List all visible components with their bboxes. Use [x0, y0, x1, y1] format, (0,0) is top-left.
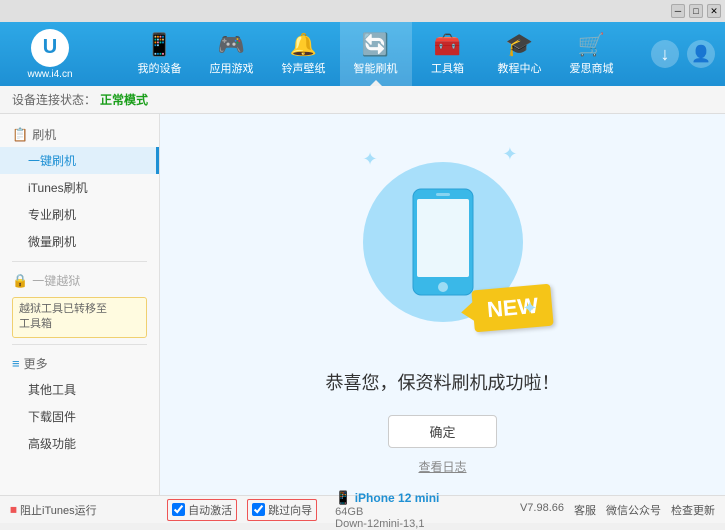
nav-my-device[interactable]: 📱 我的设备 — [124, 22, 196, 86]
toolbox-icon: 🧰 — [434, 32, 461, 58]
my-device-label: 我的设备 — [138, 60, 182, 76]
tutorials-label: 教程中心 — [498, 60, 542, 76]
user-button[interactable]: 👤 — [687, 40, 715, 68]
secondary-link[interactable]: 查看日志 — [418, 458, 466, 475]
wechat-link[interactable]: 微信公众号 — [606, 502, 661, 518]
itunes-stop-button[interactable]: ⏹ 阻止iTunes运行 — [10, 501, 97, 518]
skip-guide-checkbox[interactable] — [252, 503, 265, 516]
sidebar-item-one-key-flash[interactable]: 一键刷机 — [0, 147, 159, 174]
my-device-icon: 📱 — [146, 32, 173, 58]
apps-games-label: 应用游戏 — [210, 60, 254, 76]
status-bar: 设备连接状态： 正常模式 — [0, 86, 725, 114]
sparkle-tl: ✦ — [363, 149, 378, 170]
apps-games-icon: 🎮 — [218, 32, 245, 58]
nav-store[interactable]: 🛒 爱思商城 — [556, 22, 628, 86]
smart-flash-icon: 🔄 — [362, 32, 389, 58]
status-label: 设备连接状态： — [12, 91, 96, 108]
check-update-link[interactable]: 检查更新 — [671, 502, 715, 518]
sparkle-tr: ✦ — [502, 144, 517, 165]
one-key-flash-label: 一键刷机 — [28, 154, 76, 168]
title-bar: ─ □ ✕ — [0, 0, 725, 22]
support-link[interactable]: 客服 — [574, 502, 596, 518]
itunes-stop-label: 阻止iTunes运行 — [20, 502, 97, 518]
nav-items: 📱 我的设备 🎮 应用游戏 🔔 铃声壁纸 🔄 智能刷机 🧰 工具箱 🎓 教程中心… — [100, 22, 651, 86]
store-icon: 🛒 — [578, 32, 605, 58]
auto-connect-checkbox[interactable] — [172, 503, 185, 516]
flash-section-label: 刷机 — [32, 126, 56, 143]
itunes-flash-label: iTunes刷机 — [28, 181, 88, 195]
sidebar-item-other-tools[interactable]: 其他工具 — [0, 376, 159, 403]
sidebar: 📋 刷机 一键刷机 iTunes刷机 专业刷机 微量刷机 🔒 一键越狱 越狱工具… — [0, 114, 160, 495]
nav-right-buttons: ↓ 👤 — [651, 40, 715, 68]
logo-website: www.i4.cn — [27, 69, 72, 80]
checkbox-device-area: 自动激活 跳过向导 📱 iPhone 12 mini 64GB Down-12m… — [167, 490, 449, 530]
sidebar-section-jailbreak: 🔒 一键越狱 — [0, 268, 159, 293]
ringtones-icon: 🔔 — [290, 32, 317, 58]
nav-apps-games[interactable]: 🎮 应用游戏 — [196, 22, 268, 86]
nav-smart-flash[interactable]: 🔄 智能刷机 — [340, 22, 412, 86]
sidebar-item-itunes-flash[interactable]: iTunes刷机 — [0, 174, 159, 201]
jailbreak-section-label: 一键越狱 — [32, 272, 80, 289]
sidebar-item-save-flash[interactable]: 微量刷机 — [0, 228, 159, 255]
download-firmware-label: 下载固件 — [28, 410, 76, 424]
other-tools-label: 其他工具 — [28, 383, 76, 397]
logo-area: U www.i4.cn — [10, 29, 90, 80]
sidebar-item-advanced[interactable]: 高级功能 — [0, 430, 159, 457]
jailbreak-note-text: 越狱工具已转移至工具箱 — [19, 303, 107, 330]
sidebar-item-download-firmware[interactable]: 下载固件 — [0, 403, 159, 430]
bottom-bar: ⏹ 阻止iTunes运行 自动激活 跳过向导 📱 iPhone 12 mini … — [0, 495, 725, 523]
success-title: 恭喜您，保资料刷机成功啦！ — [326, 369, 560, 395]
bottom-right: V7.98.66 客服 微信公众号 检查更新 — [520, 502, 715, 518]
device-name-text: iPhone 12 mini — [355, 491, 440, 505]
bottom-left: ⏹ 阻止iTunes运行 — [10, 501, 97, 518]
jailbreak-section-icon: 🔒 — [12, 273, 28, 289]
device-storage: 64GB — [335, 506, 439, 518]
logo-icon: U — [31, 29, 69, 67]
ringtones-label: 铃声壁纸 — [282, 60, 326, 76]
status-value: 正常模式 — [100, 91, 148, 108]
skip-guide-cb[interactable]: 跳过向导 — [247, 499, 317, 521]
sidebar-section-more[interactable]: ≡ 更多 — [0, 351, 159, 376]
confirm-button[interactable]: 确定 — [388, 415, 496, 448]
header: U www.i4.cn 📱 我的设备 🎮 应用游戏 🔔 铃声壁纸 🔄 智能刷机 … — [0, 22, 725, 86]
phone-svg — [408, 187, 478, 297]
tutorials-icon: 🎓 — [506, 32, 533, 58]
sparkle-br: ✦ — [522, 298, 537, 319]
maximize-button[interactable]: □ — [689, 4, 703, 18]
stop-icon: ⏹ — [10, 501, 17, 518]
sidebar-section-flash[interactable]: 📋 刷机 — [0, 122, 159, 147]
store-label: 爱思商城 — [570, 60, 614, 76]
close-button[interactable]: ✕ — [707, 4, 721, 18]
auto-connect-label: 自动激活 — [188, 502, 232, 518]
jailbreak-note: 越狱工具已转移至工具箱 — [12, 297, 147, 338]
save-flash-label: 微量刷机 — [28, 235, 76, 249]
more-section-label: 更多 — [24, 355, 48, 372]
success-graphic: ✦ ✦ NEW ✦ — [343, 134, 543, 349]
auto-connect-cb[interactable]: 自动激活 — [167, 499, 237, 521]
sidebar-divider-1 — [12, 261, 147, 262]
nav-tutorials[interactable]: 🎓 教程中心 — [484, 22, 556, 86]
skip-guide-label: 跳过向导 — [268, 502, 312, 518]
content-area: ✦ ✦ NEW ✦ 恭喜您，保资料刷机成功啦！ 确定 查看日志 — [160, 114, 725, 495]
sidebar-item-pro-flash[interactable]: 专业刷机 — [0, 201, 159, 228]
new-badge: NEW — [471, 284, 554, 333]
flash-section-icon: 📋 — [12, 127, 28, 143]
device-name: 📱 iPhone 12 mini — [335, 490, 439, 506]
main-layout: 📋 刷机 一键刷机 iTunes刷机 专业刷机 微量刷机 🔒 一键越狱 越狱工具… — [0, 114, 725, 495]
device-firmware: Down-12mini-13,1 — [335, 518, 439, 530]
device-info: 📱 iPhone 12 mini 64GB Down-12mini-13,1 — [325, 490, 449, 530]
download-button[interactable]: ↓ — [651, 40, 679, 68]
smart-flash-label: 智能刷机 — [354, 60, 398, 76]
pro-flash-label: 专业刷机 — [28, 208, 76, 222]
version-text: V7.98.66 — [520, 502, 564, 518]
minimize-button[interactable]: ─ — [671, 4, 685, 18]
nav-toolbox[interactable]: 🧰 工具箱 — [412, 22, 484, 86]
sidebar-divider-2 — [12, 344, 147, 345]
checkbox-group: 自动激活 跳过向导 — [167, 499, 317, 521]
toolbox-label: 工具箱 — [431, 60, 464, 76]
advanced-label: 高级功能 — [28, 437, 76, 451]
nav-ringtones[interactable]: 🔔 铃声壁纸 — [268, 22, 340, 86]
more-section-icon: ≡ — [12, 356, 20, 371]
